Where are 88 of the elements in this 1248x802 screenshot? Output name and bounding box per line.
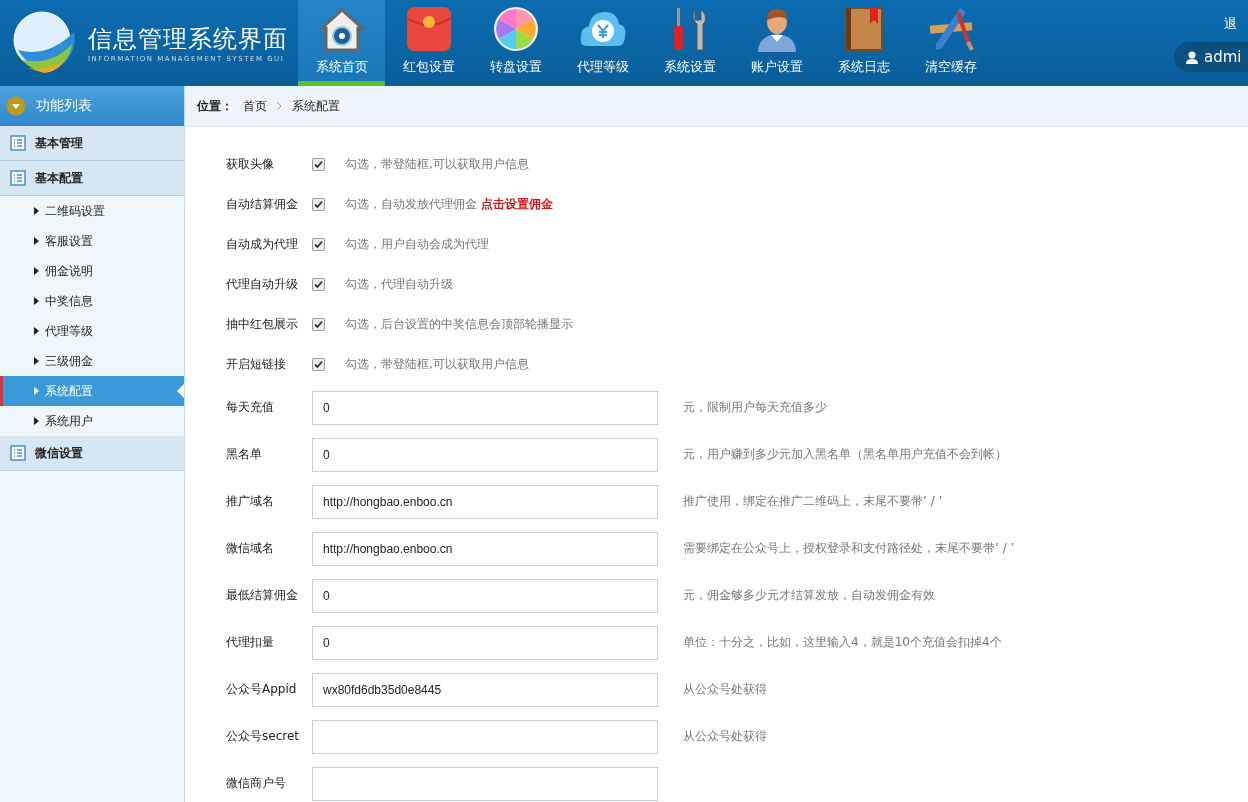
nav-tab[interactable]: 红包设置 <box>385 0 472 86</box>
nav-tab[interactable]: 转盘设置 <box>472 0 559 86</box>
list-icon <box>10 135 26 151</box>
hint-text: 从公众号处获得 <box>683 728 767 745</box>
set-commission-link[interactable]: 点击设置佣金 <box>480 196 553 211</box>
input-field[interactable]: 0 <box>312 625 658 660</box>
hint-text: 需要绑定在公众号上，授权登录和支付路径处，末尾不要带’ / ’ <box>683 540 1015 557</box>
input-field[interactable]: wx80fd6db35d0e8445 <box>312 672 658 707</box>
field-label: 自动结算佣金 <box>226 195 299 213</box>
user-badge[interactable]: admi <box>1174 42 1248 72</box>
field-label: 公众号secret <box>226 728 300 745</box>
caret-icon <box>34 327 39 335</box>
sidebar-item[interactable]: 佣金说明 <box>0 256 184 286</box>
caret-icon <box>34 237 39 245</box>
app-title: 信息管理系统界面 <box>88 24 288 55</box>
input-field[interactable]: http://hongbao.enboo.cn <box>312 484 658 519</box>
caret-icon <box>34 297 39 305</box>
hint-text: 勾选，代理自动升级 <box>345 275 453 293</box>
pencil-ruler-icon <box>927 6 974 52</box>
sidebar-item[interactable]: 客服设置 <box>0 226 184 256</box>
caret-icon <box>34 387 39 395</box>
nav-tab[interactable]: 代理等级 <box>559 0 646 86</box>
checkbox[interactable] <box>312 317 325 331</box>
input-field[interactable]: 0 <box>312 390 658 425</box>
field-label: 公众号Appid <box>226 681 298 698</box>
dropdown-circle-icon <box>6 96 26 116</box>
nav-tab[interactable]: 账户设置 <box>733 0 820 86</box>
field-label: 微信域名 <box>226 540 275 557</box>
field-label: 最低结算佣金 <box>226 587 299 604</box>
field-label: 自动成为代理 <box>226 235 299 253</box>
checkbox[interactable] <box>312 157 325 171</box>
checkbox[interactable] <box>312 237 325 251</box>
breadcrumb-label: 位置： <box>197 97 233 115</box>
logout-link[interactable]: 退 <box>1224 15 1237 33</box>
checkbox[interactable] <box>312 197 325 211</box>
field-label: 代理自动升级 <box>226 275 299 293</box>
chevron-icon <box>277 102 282 110</box>
field-label: 每天充值 <box>226 399 275 416</box>
breadcrumb-link[interactable]: 系统配置 <box>292 97 340 115</box>
list-icon <box>10 170 26 186</box>
hint-text: 勾选，带登陆框,可以获取用户信息 <box>345 155 529 173</box>
input-field[interactable]: http://hongbao.enboo.cn <box>312 531 658 566</box>
list-icon <box>10 445 26 461</box>
nav-tab[interactable]: 系统首页 <box>298 0 385 86</box>
hint-text: 元，佣金够多少元才结算发放，自动发佣金有效 <box>683 587 935 604</box>
hint-text: 元，限制用户每天充值多少 <box>683 399 827 416</box>
caret-icon <box>34 207 39 215</box>
field-label: 黑名单 <box>226 446 263 463</box>
input-field[interactable]: 0 <box>312 578 658 613</box>
hint-text: 勾选，后台设置的中奖信息会顶部轮播显示 <box>345 315 573 333</box>
nav-tab[interactable]: 系统日志 <box>820 0 907 86</box>
hint-text: 勾选，带登陆框,可以获取用户信息 <box>345 355 529 373</box>
hint-text: 勾选，自动发放代理佣金 点击设置佣金 <box>345 195 553 213</box>
checkbox[interactable] <box>312 277 325 291</box>
input-field[interactable] <box>312 766 658 801</box>
sidebar-item[interactable]: 二维码设置 <box>0 196 184 226</box>
hint-text: 勾选，用户自动会成为代理 <box>345 235 489 253</box>
checkbox[interactable] <box>312 357 325 371</box>
field-label: 开启短链接 <box>226 355 287 373</box>
input-field[interactable]: 0 <box>312 437 658 472</box>
caret-icon <box>34 357 39 365</box>
caret-icon <box>34 267 39 275</box>
sidebar-group[interactable]: 基本管理 <box>0 126 184 161</box>
hint-text: 从公众号处获得 <box>683 681 767 698</box>
field-label: 推广域名 <box>226 493 275 510</box>
field-label: 微信商户号 <box>226 775 287 792</box>
field-label: 抽中红包展示 <box>226 315 299 333</box>
input-field[interactable] <box>312 719 658 754</box>
field-label: 获取头像 <box>226 155 275 173</box>
sidebar-item[interactable]: 中奖信息 <box>0 286 184 316</box>
field-label: 代理扣量 <box>226 634 275 651</box>
breadcrumb-link[interactable]: 首页 <box>243 97 267 115</box>
nav-tab[interactable]: 系统设置 <box>646 0 733 86</box>
sidebar-item[interactable]: 系统用户 <box>0 406 184 436</box>
hint-text: 元，用户赚到多少元加入黑名单（黑名单用户充值不会到帐） <box>683 446 1007 463</box>
sidebar-group[interactable]: 微信设置 <box>0 436 184 471</box>
sidebar-item[interactable]: 代理等级 <box>0 316 184 346</box>
color-wheel-icon <box>492 6 539 52</box>
hint-text: 推广使用，绑定在推广二维码上，末尾不要带’ / ’ <box>683 493 943 510</box>
house-icon <box>317 6 366 52</box>
nav-tab[interactable]: 清空缓存 <box>907 0 994 86</box>
hint-text: 单位：十分之，比如，这里输入4，就是10个充值会扣掉4个 <box>683 634 1002 651</box>
sidebar-group[interactable]: 基本配置 <box>0 161 184 196</box>
caret-icon <box>34 417 39 425</box>
sidebar-item[interactable]: 三级佣金 <box>0 346 184 376</box>
sidebar-title: 功能列表 <box>36 97 92 115</box>
user-icon <box>1186 50 1198 64</box>
envelope-icon <box>405 6 452 52</box>
